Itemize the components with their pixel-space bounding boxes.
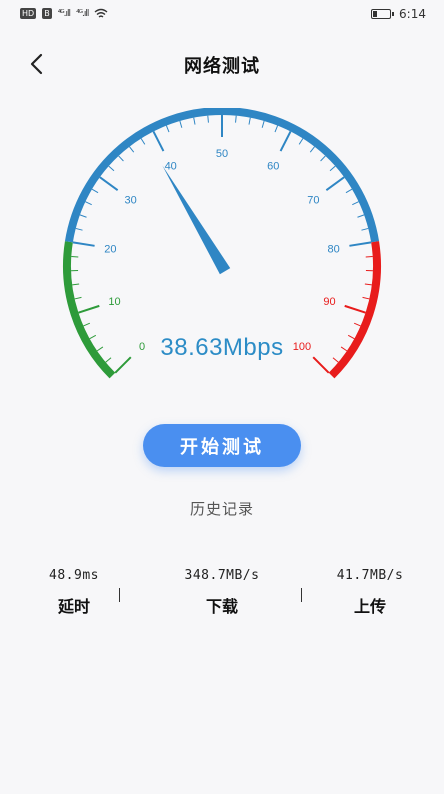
gauge-tick-label: 90 [323, 296, 335, 308]
gauge-major-tick [152, 131, 165, 152]
latency-label: 延时 [57, 597, 90, 616]
gauge-tick-label: 50 [216, 148, 228, 160]
gauge-minor-tick [74, 296, 82, 300]
status-bar: HD B ⁴ᴳ.ıll ⁴ᴳ.ıll 6:14 [0, 0, 444, 30]
gauge-major-tick [279, 131, 292, 152]
gauge-minor-tick [352, 201, 359, 206]
gauge-major-tick [344, 304, 366, 314]
battery-icon [371, 9, 395, 19]
gauge-major-tick [72, 241, 95, 247]
gauge-minor-tick [357, 214, 365, 218]
b-badge: B [42, 8, 52, 19]
gauge-minor-tick [261, 120, 265, 128]
gauge-minor-tick [298, 138, 304, 145]
gauge-major-tick [99, 176, 119, 191]
latency-stat: 48.9ms 延时 [0, 568, 148, 617]
start-test-button[interactable]: 开始测试 [143, 424, 301, 467]
gauge-needle [162, 165, 231, 275]
gauge-major-tick [349, 241, 372, 247]
gauge-minor-tick [165, 125, 170, 133]
gauge-minor-tick [274, 125, 279, 133]
upload-value: 41.7MB/s [336, 568, 404, 583]
gauge-minor-tick [140, 138, 146, 145]
download-label: 下载 [205, 597, 238, 616]
gauge-minor-tick [320, 155, 326, 162]
gauge-tick-label: 60 [267, 160, 279, 172]
history-link[interactable]: 历史记录 [0, 498, 444, 519]
gauge-tick-label: 40 [165, 160, 177, 172]
page-title: 网络测试 [184, 56, 260, 77]
app-header: 网络测试 [0, 40, 444, 88]
status-left: HD B ⁴ᴳ.ıll ⁴ᴳ.ıll [20, 8, 108, 19]
gauge-minor-tick [91, 188, 99, 194]
gauge-major-tick [325, 176, 345, 191]
gauge-minor-tick [83, 322, 91, 327]
gauge-minor-tick [118, 155, 124, 162]
gauge-minor-tick [364, 283, 372, 286]
gauge-minor-tick [79, 214, 87, 218]
gauge-tick-label: 20 [104, 243, 116, 255]
stats-row: 48.9ms 延时 348.7MB/s 下载 41.7MB/s 上传 [0, 568, 444, 628]
gauge-minor-tick [179, 120, 183, 128]
gauge-tick-label: 70 [307, 195, 319, 207]
speed-readout: 38.63Mbps [160, 334, 284, 361]
gauge-minor-tick [207, 115, 209, 123]
gauge-minor-tick [361, 227, 369, 231]
upload-label: 上传 [353, 597, 386, 616]
signal-icon: ⁴ᴳ.ıll [76, 8, 89, 19]
gauge-minor-tick [129, 146, 135, 153]
signal-icon: ⁴ᴳ.ıll [57, 8, 71, 19]
hd-badge: HD [20, 8, 37, 19]
gauge-minor-tick [85, 201, 92, 206]
stat-divider [119, 588, 120, 602]
gauge-minor-tick [72, 283, 80, 286]
gauge-minor-tick [108, 165, 115, 172]
status-right: 6:14 [371, 7, 426, 21]
gauge-minor-tick [75, 227, 83, 231]
gauge-minor-tick [353, 322, 361, 327]
download-value: 348.7MB/s [184, 568, 260, 583]
gauge-minor-tick [235, 115, 237, 123]
clock: 6:14 [399, 7, 426, 21]
gauge-major-tick [78, 304, 100, 314]
battery-fill [373, 11, 377, 17]
gauge-minor-tick [248, 117, 251, 125]
gauge-tick-label: 10 [108, 296, 120, 308]
latency-value: 48.9ms [49, 568, 99, 583]
download-stat: 348.7MB/s 下载 [148, 568, 296, 617]
gauge-tick-label: 80 [327, 243, 339, 255]
gauge-minor-tick [309, 146, 315, 153]
upload-stat: 41.7MB/s 上传 [296, 568, 444, 617]
gauge-minor-tick [193, 117, 196, 125]
gauge-minor-tick [345, 188, 353, 194]
gauge-tick-label: 30 [124, 195, 136, 207]
gauge-minor-tick [362, 296, 370, 300]
gauge-minor-tick [329, 165, 336, 172]
wifi-icon [94, 8, 108, 18]
